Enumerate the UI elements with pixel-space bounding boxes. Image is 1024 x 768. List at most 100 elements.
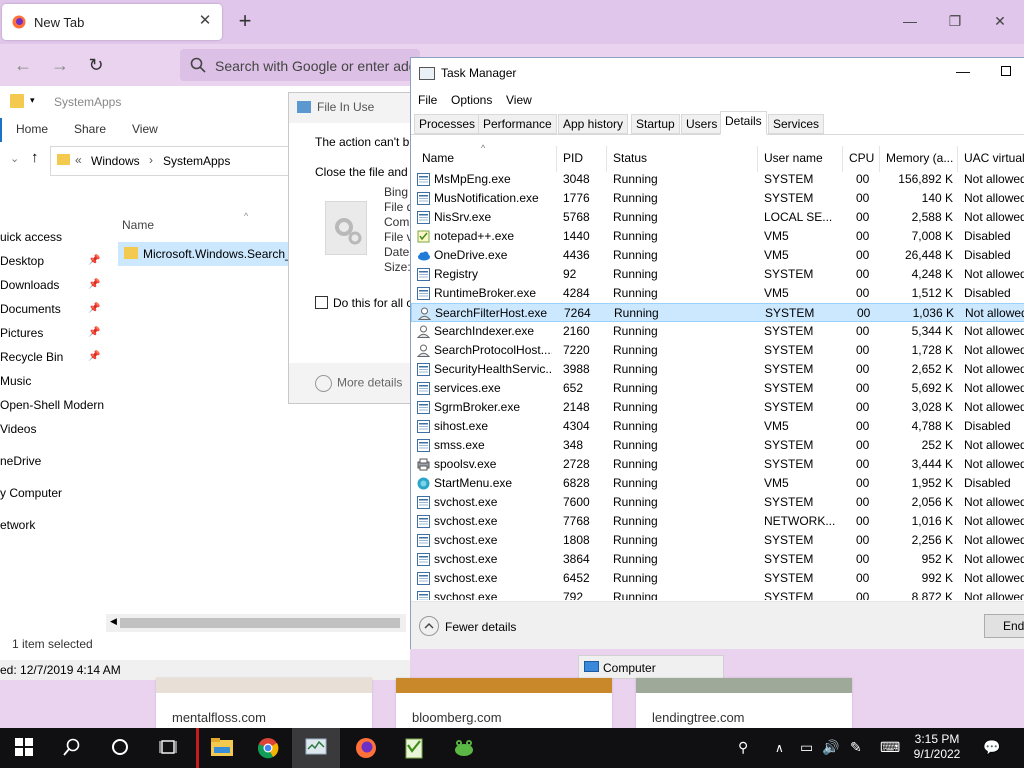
chevron-up-icon[interactable] [419, 616, 439, 636]
ribbon-tab-view[interactable]: View [132, 122, 158, 136]
tab-app-history[interactable]: App history [558, 114, 629, 134]
back-button[interactable]: ← [8, 50, 38, 80]
chevron-up-icon[interactable]: ∧ [775, 741, 784, 755]
close-tab-icon[interactable]: ✕ [196, 12, 214, 30]
process-row[interactable]: svchost.exe 3864 Running SYSTEM 00 952 K Not a… [411, 550, 1024, 569]
process-row[interactable]: SearchIndexer.exe 2160 Running SYSTEM 00 5,34… [411, 322, 1024, 341]
scrollbar-thumb[interactable] [120, 618, 400, 628]
start-icon[interactable] [0, 728, 48, 768]
scroll-left-icon[interactable]: ◀ [110, 616, 117, 627]
nav-item[interactable]: etwork [0, 518, 35, 532]
top-site-tile-bloomberg[interactable]: bloomberg.com [396, 678, 612, 728]
process-row[interactable]: SearchProtocolHost.... 7220 Running SYSTEM 0… [411, 341, 1024, 360]
forward-button[interactable]: → [45, 50, 75, 80]
minimize-button[interactable]: — [956, 63, 970, 79]
chevron-down-icon[interactable]: ⌄ [10, 152, 19, 165]
fewer-details-button[interactable]: Fewer details [445, 620, 516, 634]
cortana-icon[interactable] [96, 728, 144, 768]
notepad-plus-icon[interactable] [390, 728, 438, 768]
process-row[interactable]: NisSrv.exe 5768 Running LOCAL SE... 00 2,588 … [411, 208, 1024, 227]
process-row[interactable]: spoolsv.exe 2728 Running SYSTEM 00 3,444 K Not… [411, 455, 1024, 474]
task-manager-icon[interactable] [292, 728, 340, 768]
ribbon-tab-home[interactable]: Home [16, 122, 48, 136]
pen-icon[interactable]: ✎ [850, 739, 862, 756]
process-row[interactable]: sihost.exe 4304 Running VM5 00 4,788 K Disable… [411, 417, 1024, 436]
menu-view[interactable]: View [506, 93, 532, 107]
folder-item[interactable]: Microsoft.Windows.Search_ [118, 242, 288, 266]
column-status[interactable]: Status [613, 151, 647, 165]
process-row[interactable]: svchost.exe 7768 Running NETWORK... 00 1,016 … [411, 512, 1024, 531]
task-view-icon[interactable] [144, 728, 192, 768]
column-memory[interactable]: Memory (a... [886, 151, 953, 165]
nav-item[interactable]: y Computer [0, 486, 62, 500]
column-uac-virtualization[interactable]: UAC virtual [964, 151, 1024, 165]
url-bar[interactable]: Search with Google or enter add [180, 49, 420, 81]
tab-details[interactable]: Details [720, 111, 767, 135]
browser-tab-new-tab[interactable]: New Tab ✕ [2, 4, 222, 40]
top-site-tile-lendingtree[interactable]: lendingtree.com [636, 678, 852, 728]
process-row[interactable]: notepad++.exe 1440 Running VM5 00 7,008 K Disa… [411, 227, 1024, 246]
process-row[interactable]: OneDrive.exe 4436 Running VM5 00 26,448 K Disa… [411, 246, 1024, 265]
process-row[interactable]: Registry 92 Running SYSTEM 00 4,248 K Not allo… [411, 265, 1024, 284]
clock[interactable]: 3:15 PM 9/1/2022 [906, 732, 968, 762]
frog-icon[interactable] [440, 728, 488, 768]
breadcrumb-windows[interactable]: Windows [91, 154, 140, 168]
quick-access-dropdown-icon[interactable]: ▾ [30, 95, 35, 106]
more-details-button[interactable]: More details [315, 375, 402, 392]
nav-item[interactable]: Downloads [0, 278, 59, 292]
nav-item[interactable]: neDrive [0, 454, 41, 468]
new-tab-button[interactable]: + [232, 8, 258, 34]
process-row[interactable]: svchost.exe 7600 Running SYSTEM 00 2,056 K Not… [411, 493, 1024, 512]
nav-item[interactable]: Desktop [0, 254, 44, 268]
tab-processes[interactable]: Processes [414, 114, 481, 134]
menu-file[interactable]: File [418, 93, 437, 107]
file-explorer-icon[interactable] [196, 728, 244, 768]
maximize-button[interactable]: ❐ [935, 6, 975, 36]
reload-button[interactable]: ↻ [81, 50, 111, 80]
process-row[interactable]: svchost.exe 1808 Running SYSTEM 00 2,256 K Not… [411, 531, 1024, 550]
nav-item[interactable]: Music [0, 374, 31, 388]
process-row[interactable]: smss.exe 348 Running SYSTEM 00 252 K Not allow… [411, 436, 1024, 455]
menu-options[interactable]: Options [451, 93, 492, 107]
network-icon[interactable]: ▭ [800, 739, 813, 756]
tab-services[interactable]: Services [768, 114, 825, 134]
maximize-button[interactable] [1001, 66, 1011, 76]
firefox-icon[interactable] [342, 728, 390, 768]
nav-item[interactable]: Open-Shell Modern [0, 398, 104, 412]
notifications-icon[interactable]: 💬 [983, 739, 1000, 756]
top-site-tile-mentalfloss[interactable]: mentalfloss.com [156, 678, 372, 728]
up-arrow-icon[interactable]: ↑ [31, 149, 39, 166]
process-row[interactable]: SgrmBroker.exe 2148 Running SYSTEM 00 3,028 K… [411, 398, 1024, 417]
tab-startup[interactable]: Startup [631, 114, 680, 134]
people-icon[interactable]: ⚲ [738, 739, 748, 756]
nav-item[interactable]: Documents [0, 302, 61, 316]
nav-item[interactable]: Videos [0, 422, 36, 436]
process-row[interactable]: svchost.exe 6452 Running SYSTEM 00 992 K Not a… [411, 569, 1024, 588]
end-task-button[interactable]: End [984, 614, 1024, 638]
process-row[interactable]: SearchFilterHost.exe 7264 Running SYSTEM 00 1… [411, 303, 1024, 322]
column-cpu[interactable]: CPU [849, 151, 874, 165]
address-bar[interactable]: « Windows › SystemApps [50, 146, 290, 176]
volume-icon[interactable]: 🔊 [822, 739, 839, 756]
process-row[interactable]: svchost.exe 792 Running SYSTEM 00 8,872 K Not … [411, 588, 1024, 600]
keyboard-icon[interactable]: ⌨ [880, 739, 900, 756]
nav-item[interactable]: Pictures [0, 326, 43, 340]
process-row[interactable]: services.exe 652 Running SYSTEM 00 5,692 K Not… [411, 379, 1024, 398]
horizontal-scrollbar[interactable]: ◀ [106, 614, 406, 632]
process-row[interactable]: MusNotification.exe 1776 Running SYSTEM 00 14… [411, 189, 1024, 208]
process-row[interactable]: MsMpEng.exe 3048 Running SYSTEM 00 156,892 K N… [411, 170, 1024, 189]
column-header-name[interactable]: Name [122, 218, 154, 232]
column-user-name[interactable]: User name [764, 151, 823, 165]
nav-item[interactable]: uick access [0, 230, 62, 244]
process-row[interactable]: SecurityHealthServic... 3988 Running SYSTEM… [411, 360, 1024, 379]
process-row[interactable]: StartMenu.exe 6828 Running VM5 00 1,952 K Disa… [411, 474, 1024, 493]
tab-performance[interactable]: Performance [478, 114, 557, 134]
column-name[interactable]: Name [422, 151, 454, 165]
breadcrumb-systemapps[interactable]: SystemApps [163, 154, 230, 168]
tab-users[interactable]: Users [681, 114, 723, 134]
nav-item[interactable]: Recycle Bin [0, 350, 63, 364]
search-icon[interactable] [48, 728, 96, 768]
ribbon-tab-share[interactable]: Share [74, 122, 106, 136]
computer-item[interactable]: Computer [578, 655, 724, 679]
process-row[interactable]: RuntimeBroker.exe 4284 Running VM5 00 1,512 K… [411, 284, 1024, 303]
